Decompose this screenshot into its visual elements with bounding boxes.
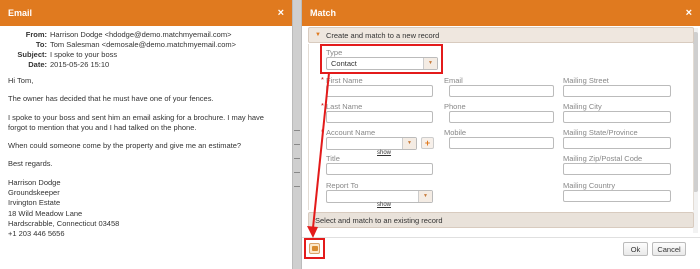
signature-line: 18 Wild Meadow Lane: [8, 208, 83, 218]
mailing-country-label: Mailing Country: [563, 181, 616, 190]
existing-section-label: Select and match to an existing record: [315, 215, 443, 225]
to-value: Tom Salesman <demosale@demo.matchmyemail…: [50, 40, 237, 49]
subject-value: I spoke to your boss: [50, 50, 118, 59]
phone-label: Phone: [444, 102, 466, 111]
title-field[interactable]: [326, 163, 433, 175]
mobile-label: Mobile: [444, 128, 467, 137]
close-icon[interactable]: ×: [278, 7, 284, 19]
email-title: Email: [8, 8, 33, 18]
background-divider: [294, 172, 300, 173]
highlight-box: [304, 238, 325, 259]
background-divider: [294, 158, 300, 159]
mailing-zip-field[interactable]: [563, 163, 671, 175]
subject-row: Subject: I spoke to your boss: [0, 50, 292, 60]
footer-divider: [302, 237, 700, 238]
body-paragraph: Best regards.: [8, 159, 53, 169]
signature-line: Irvington Estate: [8, 198, 61, 208]
report-to-label: Report To: [326, 181, 359, 190]
collapse-triangle-icon: ▼: [315, 32, 321, 38]
mailing-zip-label: Mailing Zip/Postal Code: [563, 154, 643, 163]
account-name-select[interactable]: ▼: [326, 137, 417, 150]
signature: Harrison Dodge Groundskeeper Irvington E…: [8, 178, 284, 240]
show-link[interactable]: show: [377, 202, 391, 208]
signature-line: Groundskeeper: [8, 188, 60, 198]
mailing-country-field[interactable]: [563, 190, 671, 202]
ok-button[interactable]: Ok: [623, 242, 648, 256]
subject-label: Subject:: [17, 50, 47, 59]
show-link[interactable]: show: [377, 150, 391, 156]
mailing-state-label: Mailing State/Province: [563, 128, 638, 137]
add-account-button[interactable]: +: [421, 137, 434, 149]
email-field[interactable]: [449, 85, 554, 97]
from-value: Harrison Dodge <hdodge@demo.matchmyemail…: [50, 30, 232, 39]
first-name-label: First Name: [321, 75, 363, 85]
email-meta: From: Harrison Dodge <hdodge@demo.matchm…: [0, 26, 292, 70]
screen: Email × From: Harrison Dodge <hdodge@dem…: [0, 0, 700, 269]
match-title: Match: [310, 8, 337, 18]
account-name-label: Account Name: [321, 127, 375, 137]
from-label: From:: [25, 30, 47, 39]
email-label: Email: [444, 76, 463, 85]
email-body: Hi Tom, The owner has decided that he mu…: [0, 70, 292, 246]
background-strip: [293, 0, 301, 269]
body-paragraph: When could someone come by the property …: [8, 141, 242, 151]
mailing-street-field[interactable]: [563, 85, 671, 97]
mailing-street-label: Mailing Street: [563, 76, 609, 85]
create-section-header[interactable]: ▼ Create and match to a new record: [308, 27, 694, 43]
to-label: To:: [35, 40, 47, 49]
chevron-down-icon: ▼: [423, 193, 428, 199]
email-panel: Email × From: Harrison Dodge <hdodge@dem…: [0, 0, 293, 269]
background-divider: [294, 130, 300, 131]
date-label: Date:: [28, 60, 47, 69]
phone-field[interactable]: [449, 111, 554, 123]
chevron-down-icon: ▼: [407, 140, 412, 146]
match-dialog: Match × ▼ Create and match to a new reco…: [301, 0, 700, 269]
body-paragraph: Hi Tom,: [8, 76, 34, 85]
signature-line: +1 203 446 5656: [8, 229, 65, 239]
signature-line: Harrison Dodge: [8, 177, 61, 187]
first-name-field[interactable]: [326, 85, 433, 97]
dropdown-button[interactable]: ▼: [402, 138, 416, 149]
existing-section-header[interactable]: Select and match to an existing record: [308, 212, 694, 228]
from-row: From: Harrison Dodge <hdodge@demo.matchm…: [0, 30, 292, 40]
background-divider: [294, 144, 300, 145]
title-label: Title: [326, 154, 340, 163]
date-row: Date: 2015-05-26 15:10: [0, 60, 292, 70]
to-row: To: Tom Salesman <demosale@demo.matchmye…: [0, 40, 292, 50]
mailing-city-label: Mailing City: [563, 102, 602, 111]
highlight-box: [320, 44, 443, 74]
date-value: 2015-05-26 15:10: [50, 60, 110, 69]
last-name-label: Last Name: [321, 101, 362, 111]
email-header: Email ×: [0, 0, 292, 26]
cancel-button[interactable]: Cancel: [652, 242, 686, 256]
mailing-state-field[interactable]: [563, 137, 671, 149]
dropdown-button[interactable]: ▼: [418, 191, 432, 202]
match-header: Match ×: [302, 0, 700, 26]
mobile-field[interactable]: [449, 137, 554, 149]
mailing-city-field[interactable]: [563, 111, 671, 123]
create-section-label: Create and match to a new record: [325, 30, 440, 40]
close-icon[interactable]: ×: [686, 7, 692, 19]
signature-line: Hardscrabble, Connecticut 03458: [8, 218, 120, 228]
last-name-field[interactable]: [326, 111, 433, 123]
background-divider: [294, 186, 300, 187]
body-paragraph: The owner has decided that he must have …: [8, 94, 214, 104]
body-paragraph: I spoke to your boss and sent him an ema…: [8, 112, 264, 132]
